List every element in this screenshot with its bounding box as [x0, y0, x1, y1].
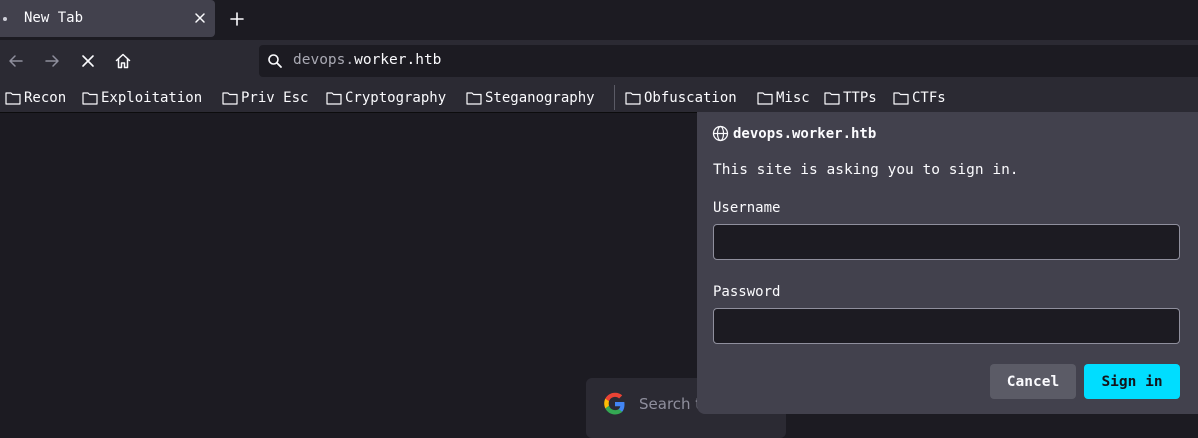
tab-new-tab[interactable]: New Tab — [0, 0, 215, 37]
bookmark-folder-cryptography[interactable]: Cryptography — [326, 88, 446, 108]
search-icon — [268, 54, 282, 68]
bookmarks-toolbar: Recon Exploitation Priv Esc Cryptography… — [0, 82, 1198, 113]
folder-icon — [5, 92, 21, 105]
sign-in-button[interactable]: Sign in — [1084, 364, 1180, 399]
arrow-right-icon[interactable] — [42, 51, 62, 71]
tab-loading-indicator — [3, 17, 7, 21]
bookmark-folder-exploitation[interactable]: Exploitation — [82, 88, 202, 108]
url-subdomain: devops. — [293, 52, 355, 68]
bookmark-folder-priv-esc[interactable]: Priv Esc — [222, 88, 308, 108]
bookmark-label: Misc — [776, 90, 810, 106]
cancel-button[interactable]: Cancel — [990, 364, 1076, 399]
dialog-hostname: devops.worker.htb — [733, 125, 877, 142]
bookmark-folder-ctfs[interactable]: CTFs — [893, 88, 946, 108]
google-icon — [604, 392, 625, 415]
folder-icon — [466, 92, 482, 105]
arrow-left-icon[interactable] — [6, 51, 26, 71]
close-icon[interactable] — [191, 9, 209, 27]
bookmarks-separator — [614, 85, 615, 110]
dialog-message: This site is asking you to sign in. — [713, 162, 1019, 178]
bookmark-label: Steganography — [485, 90, 595, 106]
plus-icon[interactable] — [227, 9, 247, 29]
bookmark-folder-misc[interactable]: Misc — [757, 88, 810, 108]
password-label: Password — [713, 284, 781, 300]
folder-icon — [893, 92, 909, 105]
home-icon[interactable] — [113, 51, 133, 71]
stop-icon[interactable] — [78, 51, 98, 71]
folder-icon — [625, 92, 641, 105]
password-field[interactable] — [713, 308, 1180, 344]
folder-icon — [757, 92, 773, 105]
bookmark-folder-obfuscation[interactable]: Obfuscation — [625, 88, 737, 108]
bookmark-label: Exploitation — [101, 90, 203, 106]
folder-icon — [82, 92, 98, 105]
bookmark-folder-steganography[interactable]: Steganography — [466, 88, 595, 108]
bookmark-label: CTFs — [912, 90, 946, 106]
folder-icon — [326, 92, 342, 105]
bookmark-folder-recon[interactable]: Recon — [5, 88, 66, 108]
bookmark-label: Recon — [24, 90, 67, 106]
bookmark-folder-ttps[interactable]: TTPs — [824, 88, 877, 108]
tab-title: New Tab — [24, 10, 84, 26]
navigation-toolbar: devops.worker.htb — [0, 40, 1198, 82]
url-bar[interactable]: devops.worker.htb — [259, 45, 1198, 77]
username-field[interactable] — [713, 224, 1180, 260]
bookmark-label: TTPs — [843, 90, 877, 106]
username-label: Username — [713, 200, 781, 216]
folder-icon — [824, 92, 840, 105]
url-text: devops.worker.htb — [293, 52, 441, 68]
search-placeholder: Search t — [639, 395, 702, 413]
url-domain: worker.htb — [354, 52, 442, 68]
tab-strip: New Tab — [0, 0, 1198, 40]
auth-dialog: devops.worker.htb This site is asking yo… — [697, 112, 1198, 414]
bookmark-label: Priv Esc — [241, 90, 309, 106]
folder-icon — [222, 92, 238, 105]
bookmark-label: Obfuscation — [644, 90, 737, 106]
globe-icon — [712, 125, 729, 142]
bookmark-label: Cryptography — [345, 90, 447, 106]
dialog-host: devops.worker.htb — [712, 125, 876, 142]
